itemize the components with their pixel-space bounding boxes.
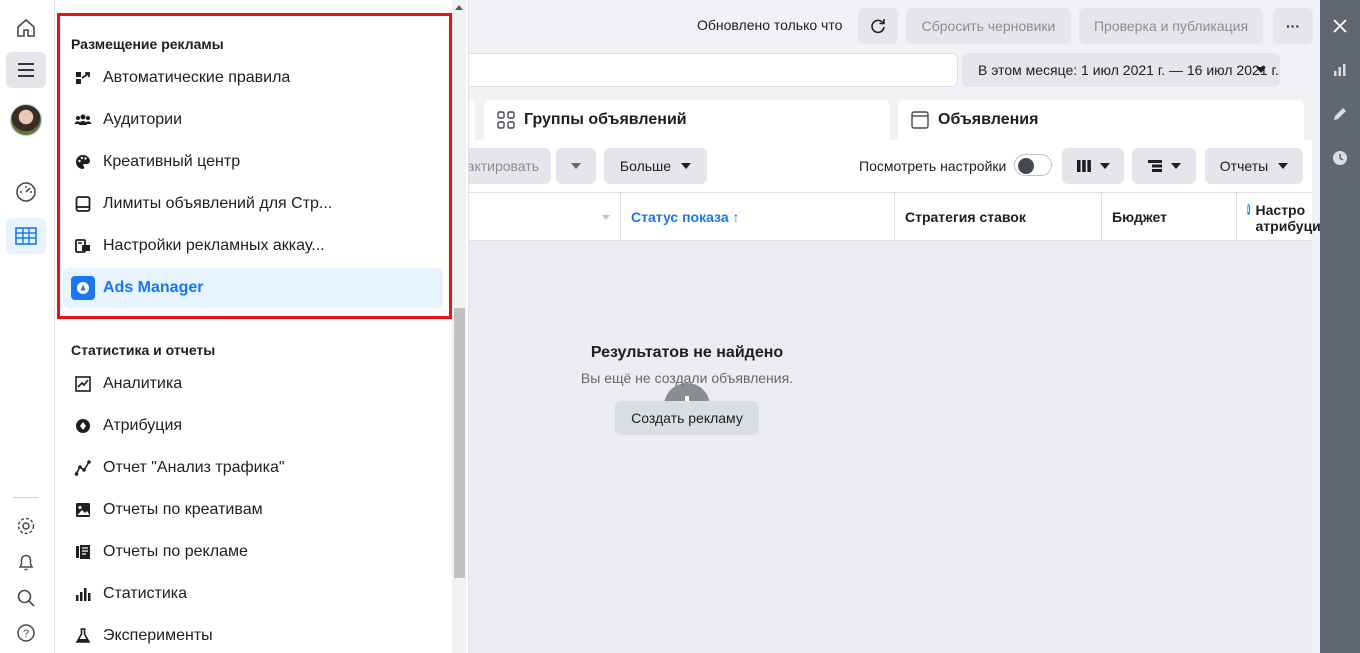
report-icon <box>71 540 95 564</box>
menu-item-label: Аналитика <box>103 375 183 392</box>
attribution-icon <box>71 414 95 438</box>
updated-status: Обновлено только что <box>697 17 843 33</box>
dashboard-icon[interactable] <box>6 174 46 210</box>
close-icon[interactable] <box>1330 16 1350 36</box>
table-body: Результатов не найдено Вы ещё не создали… <box>469 241 1312 653</box>
reset-drafts-button[interactable]: Сбросить черновики <box>906 8 1071 44</box>
date-range-picker[interactable]: В этом месяце: 1 июл 2021 г. — 16 июл 20… <box>962 53 1280 87</box>
menu-item-label: Отчет "Анализ трафика" <box>103 459 285 476</box>
tab-adsets-label: Группы объявлений <box>524 111 687 128</box>
column-header-name[interactable] <box>469 193 620 241</box>
reports-label: Отчеты <box>1219 158 1269 174</box>
menu-item-label: Отчеты по рекламе <box>103 543 248 560</box>
empty-state-subtitle: Вы ещё не создали объявления. <box>580 370 794 386</box>
review-publish-button[interactable]: Проверка и публикация <box>1079 8 1263 44</box>
chevron-down-icon <box>1256 67 1266 73</box>
edit-button[interactable]: актировать <box>467 148 551 184</box>
bell-icon[interactable] <box>6 544 46 580</box>
menu-item-label: Статистика <box>103 585 188 602</box>
edit-dropdown-button[interactable] <box>556 148 596 184</box>
chevron-down-icon <box>1171 163 1181 169</box>
column-header-attribution[interactable]: i Настро атрибуци <box>1236 193 1321 241</box>
avatar[interactable] <box>10 104 42 136</box>
reports-button[interactable]: Отчеты <box>1205 148 1303 184</box>
top-bar: Обновлено только что Сбросить черновики … <box>469 0 1320 52</box>
settings-gear-icon[interactable] <box>6 508 46 544</box>
menu-item-traffic-analysis[interactable]: Отчет "Анализ трафика" <box>63 448 443 488</box>
search-icon[interactable] <box>6 580 46 616</box>
column-header-delivery-status[interactable]: Статус показа ↑ <box>620 193 894 241</box>
refresh-icon <box>871 19 885 34</box>
ads-table-icon[interactable] <box>6 218 46 254</box>
tab-ads-label: Объявления <box>938 111 1039 128</box>
date-range-label: В этом месяце: 1 июл 2021 г. — 16 июл 20… <box>978 62 1279 78</box>
menu-scrollbar[interactable] <box>452 0 466 653</box>
clock-icon[interactable] <box>1330 148 1350 168</box>
chevron-down-icon <box>1278 163 1289 169</box>
svg-text:?: ? <box>23 628 29 640</box>
create-ad-button[interactable]: Создать рекламу <box>615 401 759 435</box>
more-actions-label: Больше <box>619 158 672 174</box>
highlight-frame <box>57 13 452 319</box>
image-icon <box>71 498 95 522</box>
menu-item-attribution[interactable]: Атрибуция <box>63 406 443 446</box>
columns-icon <box>1077 160 1091 172</box>
refresh-button[interactable] <box>858 8 898 44</box>
breakdown-button[interactable] <box>1132 148 1196 184</box>
home-icon[interactable] <box>6 10 46 46</box>
left-rail: ? <box>0 0 55 653</box>
empty-state-title: Результатов не найдено <box>590 344 784 361</box>
menu-item-label: Отчеты по креативам <box>103 501 263 518</box>
menu-item-analytics[interactable]: Аналитика <box>63 364 443 404</box>
analytics-icon <box>71 372 95 396</box>
scrollbar-thumb[interactable] <box>454 308 465 578</box>
bar-chart-icon[interactable] <box>1330 60 1350 80</box>
table-panel: актировать Больше Посмотреть настройки О… <box>467 140 1321 653</box>
flask-icon <box>71 624 95 648</box>
chevron-down-icon <box>571 163 581 169</box>
chevron-down-icon <box>1100 163 1110 169</box>
tab-ads[interactable]: Объявления <box>898 100 1304 140</box>
section-title-stats-reports: Статистика и отчеты <box>71 342 216 358</box>
more-options-button[interactable]: ··· <box>1273 8 1313 44</box>
help-icon[interactable]: ? <box>6 615 46 651</box>
ad-frame-icon <box>911 111 929 129</box>
info-icon: i <box>1247 204 1250 215</box>
traffic-icon <box>71 456 95 480</box>
pencil-icon[interactable] <box>1330 104 1350 124</box>
tab-campaigns[interactable] <box>469 100 475 140</box>
grid-icon <box>497 111 515 129</box>
tab-adsets[interactable]: Группы объявлений <box>484 100 890 140</box>
bar-chart-icon <box>71 582 95 606</box>
view-settings-label: Посмотреть настройки <box>859 158 1007 174</box>
menu-item-ad-reports[interactable]: Отчеты по рекламе <box>63 532 443 572</box>
menu-item-label: Атрибуция <box>103 417 183 434</box>
menu-item-statistics[interactable]: Статистика <box>63 574 443 614</box>
right-rail <box>1320 0 1360 653</box>
menu-icon[interactable] <box>6 52 46 88</box>
search-input[interactable] <box>469 53 958 87</box>
menu-item-label: Эксперименты <box>103 627 213 644</box>
menu-item-creative-reports[interactable]: Отчеты по креативам <box>63 490 443 530</box>
table-header: Статус показа ↑ Стратегия ставок Бюджет … <box>469 192 1321 241</box>
columns-button[interactable] <box>1062 148 1124 184</box>
chevron-down-icon <box>681 163 692 169</box>
scroll-up-arrow-icon[interactable] <box>455 5 463 10</box>
column-header-bid-strategy[interactable]: Стратегия ставок <box>894 193 1101 241</box>
column-header-budget[interactable]: Бюджет <box>1101 193 1236 241</box>
menu-item-experiments[interactable]: Эксперименты <box>63 616 443 653</box>
column-header-attribution-label: Настро атрибуци <box>1255 202 1321 234</box>
chevron-down-icon <box>602 215 610 220</box>
more-actions-button[interactable]: Больше <box>604 148 707 184</box>
view-settings-toggle[interactable] <box>1014 154 1052 176</box>
breakdown-icon <box>1148 160 1162 172</box>
